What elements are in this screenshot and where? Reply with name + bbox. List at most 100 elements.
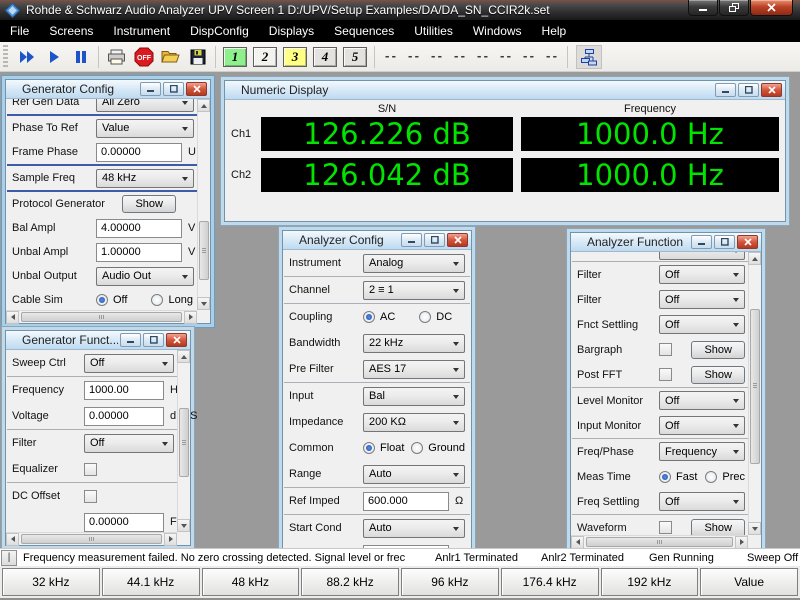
cable-sim-long-radio[interactable]	[151, 294, 163, 306]
filter2-dropdown[interactable]: Off	[659, 290, 745, 309]
panel-restore-button[interactable]	[738, 83, 759, 97]
print-button[interactable]	[103, 45, 130, 69]
freq-settling-dropdown[interactable]: Off	[659, 492, 745, 511]
softkey-32khz[interactable]: 32 kHz	[2, 568, 100, 596]
voltage-input[interactable]: 0.00000	[84, 407, 164, 426]
channel-dropdown[interactable]: 2 ≡ 1	[363, 281, 465, 300]
close-button[interactable]	[750, 0, 793, 16]
panel-close-button[interactable]	[737, 235, 758, 249]
level-monitor-dropdown[interactable]: Off	[659, 391, 745, 410]
instrument-dropdown[interactable]: Analog	[363, 254, 465, 273]
preset-button-1[interactable]: 1	[223, 47, 247, 67]
menu-dispconfig[interactable]: DispConfig	[180, 20, 259, 42]
pause-button[interactable]	[67, 45, 94, 69]
dc-offset-checkbox[interactable]	[84, 490, 97, 503]
clipped-dropdown[interactable]	[659, 252, 745, 260]
scroll-up-button[interactable]	[197, 99, 210, 112]
scroll-down-button[interactable]	[748, 522, 761, 535]
menu-sequences[interactable]: Sequences	[324, 20, 404, 42]
common-ground-radio[interactable]	[411, 442, 423, 454]
scroll-right-button[interactable]	[164, 533, 177, 546]
vertical-scrollbar[interactable]	[748, 252, 761, 535]
vertical-scrollbar[interactable]	[177, 350, 190, 532]
preset-button-5[interactable]: 5	[343, 47, 367, 67]
meas-time-fast-radio[interactable]	[659, 471, 671, 483]
impedance-dropdown[interactable]: 200 KΩ	[363, 413, 465, 432]
analyzer-config-titlebar[interactable]: Analyzer Config	[283, 231, 471, 250]
phase-to-ref-dropdown[interactable]: Value	[96, 119, 194, 138]
statusbar-grip-button[interactable]: |	[1, 550, 17, 566]
bargraph-checkbox[interactable]	[659, 343, 672, 356]
menu-help[interactable]: Help	[532, 20, 577, 42]
sample-freq-dropdown[interactable]: 48 kHz	[96, 169, 194, 188]
bandwidth-dropdown[interactable]: 22 kHz	[363, 334, 465, 353]
panel-restore-button[interactable]	[714, 235, 735, 249]
panel-restore-button[interactable]	[163, 82, 184, 96]
panel-close-button[interactable]	[447, 233, 468, 247]
menu-windows[interactable]: Windows	[463, 20, 532, 42]
scroll-right-button[interactable]	[735, 536, 748, 549]
waveform-show-button[interactable]: Show	[691, 519, 745, 537]
menu-screens[interactable]: Screens	[39, 20, 103, 42]
analyzer-function-titlebar[interactable]: Analyzer Function	[571, 233, 761, 252]
scroll-down-button[interactable]	[197, 297, 210, 310]
scrollbar-thumb[interactable]	[750, 309, 760, 465]
menu-displays[interactable]: Displays	[259, 20, 324, 42]
horizontal-scrollbar[interactable]	[6, 310, 197, 323]
fnct-settling-dropdown[interactable]: Off	[659, 315, 745, 334]
post-fft-checkbox[interactable]	[659, 368, 672, 381]
panel-close-button[interactable]	[166, 333, 187, 347]
common-float-radio[interactable]	[363, 442, 375, 454]
softkey-192khz[interactable]: 192 kHz	[601, 568, 699, 596]
single-measurement-button[interactable]	[40, 45, 67, 69]
input-monitor-dropdown[interactable]: Off	[659, 416, 745, 435]
ref-imped-input[interactable]: 600.000	[363, 492, 449, 511]
waveform-checkbox[interactable]	[659, 521, 672, 534]
softkey-44-1khz[interactable]: 44.1 kHz	[102, 568, 200, 596]
save-setup-button[interactable]	[184, 45, 211, 69]
menu-file[interactable]: File	[0, 20, 39, 42]
panel-minimize-button[interactable]	[715, 83, 736, 97]
coupling-ac-radio[interactable]	[363, 311, 375, 323]
panel-minimize-button[interactable]	[691, 235, 712, 249]
preset-button-2[interactable]: 2	[253, 47, 277, 67]
continuous-measurement-button[interactable]	[13, 45, 40, 69]
range-dropdown[interactable]: Auto	[363, 465, 465, 484]
ref-gen-data-dropdown[interactable]: All Zero	[96, 99, 194, 112]
softkey-176-4khz[interactable]: 176.4 kHz	[501, 568, 599, 596]
panel-minimize-button[interactable]	[120, 333, 141, 347]
gen-filter-dropdown[interactable]: Off	[84, 434, 174, 453]
unbal-ampl-input[interactable]: 1.00000	[96, 243, 182, 262]
panel-close-button[interactable]	[761, 83, 782, 97]
bal-ampl-input[interactable]: 4.00000	[96, 219, 182, 238]
sweep-ctrl-dropdown[interactable]: Off	[84, 354, 174, 373]
vertical-scrollbar[interactable]	[197, 99, 210, 310]
bargraph-show-button[interactable]: Show	[691, 341, 745, 359]
softkey-88-2khz[interactable]: 88.2 kHz	[301, 568, 399, 596]
scroll-right-button[interactable]	[184, 311, 197, 324]
cable-sim-off-radio[interactable]	[96, 294, 108, 306]
input-dropdown[interactable]: Bal	[363, 387, 465, 406]
panel-minimize-button[interactable]	[401, 233, 422, 247]
numeric-display-titlebar[interactable]: Numeric Display	[225, 81, 785, 100]
delay-input[interactable]: 0.00000	[363, 545, 449, 549]
scroll-left-button[interactable]	[571, 536, 584, 549]
meas-time-prec-radio[interactable]	[705, 471, 717, 483]
preset-button-3[interactable]: 3	[283, 47, 307, 67]
start-cond-dropdown[interactable]: Auto	[363, 519, 465, 538]
scroll-left-button[interactable]	[6, 533, 19, 546]
open-setup-button[interactable]	[157, 45, 184, 69]
menu-instrument[interactable]: Instrument	[103, 20, 180, 42]
scroll-left-button[interactable]	[6, 311, 19, 324]
softkey-value[interactable]: Value	[700, 568, 798, 596]
scrollbar-thumb[interactable]	[21, 534, 162, 544]
equalizer-checkbox[interactable]	[84, 463, 97, 476]
horizontal-scrollbar[interactable]	[6, 532, 177, 545]
scrollbar-thumb[interactable]	[21, 312, 182, 322]
scroll-down-button[interactable]	[177, 519, 190, 532]
gen-frequency-input[interactable]: 1000.00	[84, 381, 164, 400]
generator-function-titlebar[interactable]: Generator Funct...	[6, 331, 190, 350]
coupling-dc-radio[interactable]	[419, 311, 431, 323]
panel-restore-button[interactable]	[424, 233, 445, 247]
minimize-button[interactable]	[688, 0, 718, 16]
